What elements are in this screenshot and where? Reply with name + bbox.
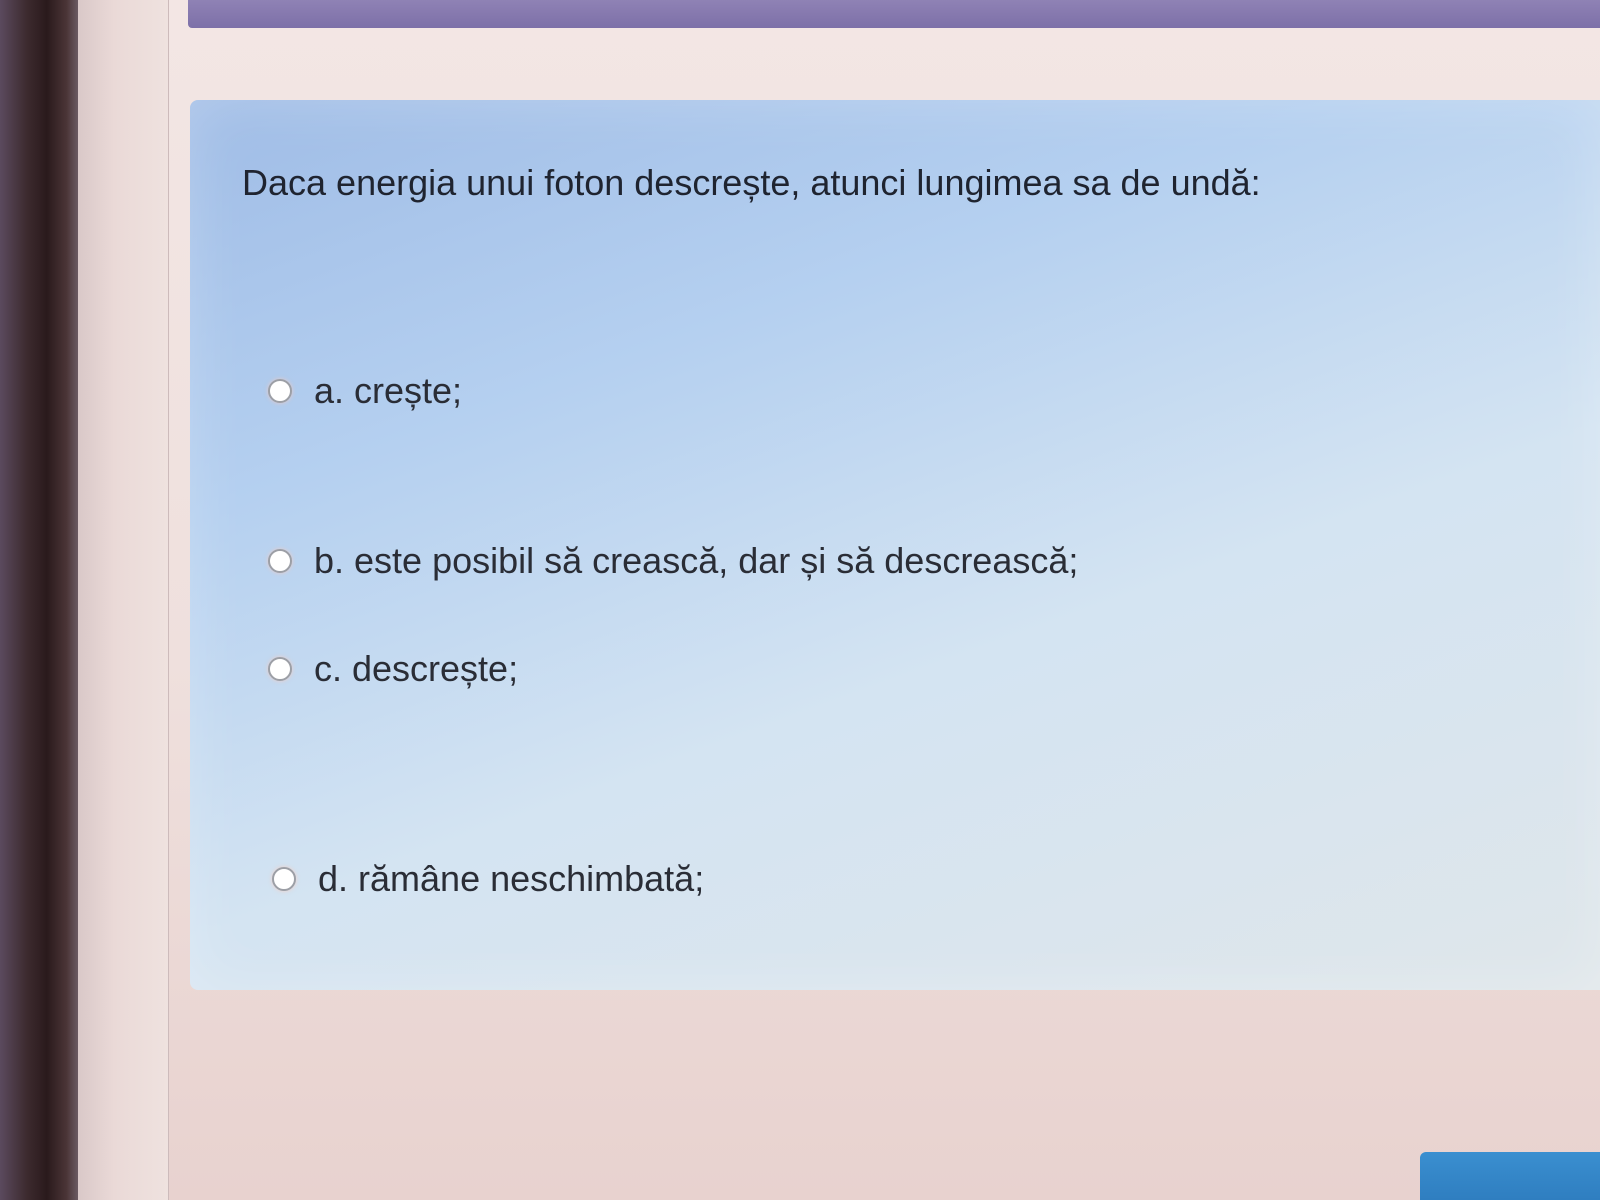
answer-option-a[interactable]: a. crește; [268,370,462,412]
answer-label-c: c. descrește; [314,648,519,689]
page-left-margin [78,0,169,1200]
answer-option-c[interactable]: c. descrește; [268,648,518,690]
previous-question-card-edge [188,0,1600,28]
answer-label-d: d. rămâne neschimbată; [318,858,705,899]
radio-button-d[interactable] [272,867,296,891]
question-text: Daca energia unui foton descrește, atunc… [242,162,1261,203]
radio-button-b[interactable] [268,549,292,573]
question-card: Daca energia unui foton descrește, atunc… [190,100,1600,990]
answer-option-b[interactable]: b. este posibil să crească, dar și să de… [268,540,1078,582]
radio-button-a[interactable] [268,379,292,403]
screen-bezel [0,0,78,1200]
next-button[interactable] [1420,1152,1600,1200]
answer-label-b: b. este posibil să crească, dar și să de… [314,540,1079,581]
answer-label-a: a. crește; [314,370,463,411]
answer-option-d[interactable]: d. rămâne neschimbată; [272,858,704,900]
radio-button-c[interactable] [268,657,292,681]
